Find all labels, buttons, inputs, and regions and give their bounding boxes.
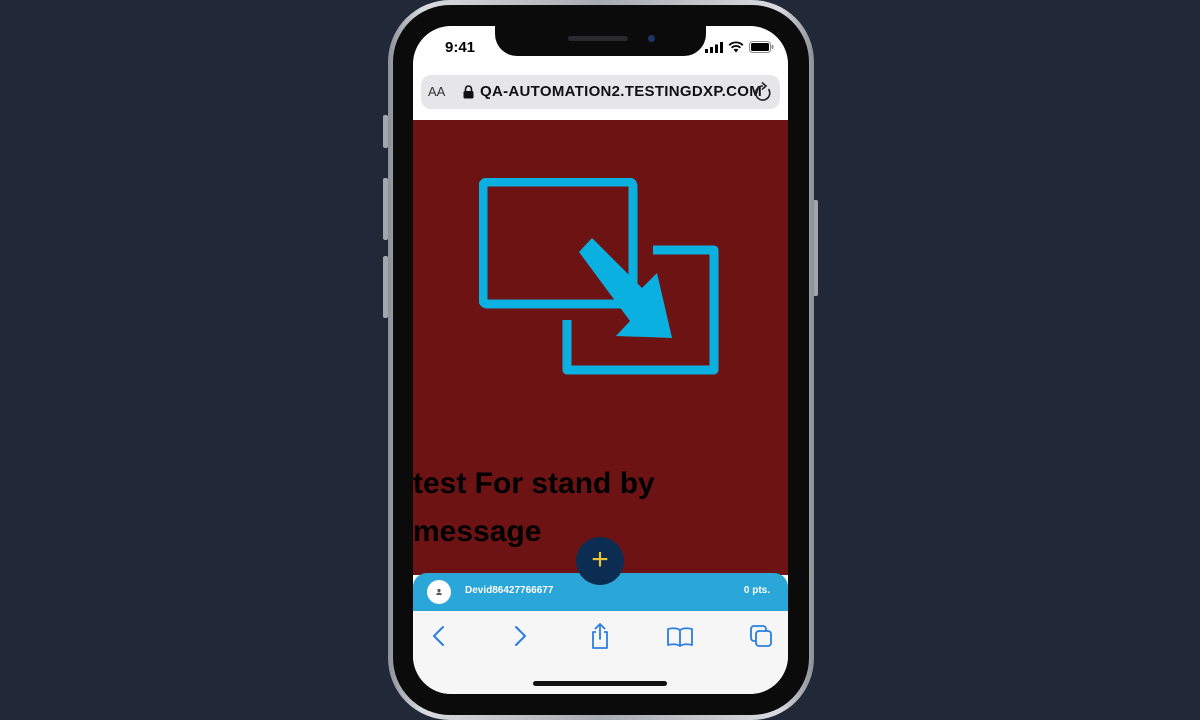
wifi-icon: [728, 41, 744, 53]
text-size-button[interactable]: AA: [428, 84, 445, 99]
status-icons: [705, 41, 774, 53]
url-text: QA-AUTOMATION2.TESTINGDXP.COM: [480, 83, 763, 100]
battery-icon: [749, 41, 774, 53]
standby-message: test For stand by message: [413, 467, 655, 548]
bookmarks-icon[interactable]: [665, 621, 695, 651]
points: 0 pts.: [743, 585, 770, 596]
page-content: test For stand by message: [413, 120, 788, 575]
notch: [495, 26, 706, 56]
phone-screen: 9:41 AA QA-AUTOMATION2.TESTINGDXP.COM te…: [413, 26, 788, 694]
resize-arrow-icon: [479, 178, 719, 375]
home-indicator[interactable]: [533, 681, 667, 686]
share-icon[interactable]: [585, 621, 615, 651]
text-size-label: AA: [428, 84, 446, 99]
username: Devid86427766677: [465, 585, 554, 596]
signal-icon: [705, 41, 723, 53]
status-time: 9:41: [445, 39, 476, 56]
address-bar[interactable]: AA QA-AUTOMATION2.TESTINGDXP.COM: [421, 75, 780, 109]
speaker: [568, 36, 628, 41]
avatar[interactable]: [427, 580, 451, 604]
add-button[interactable]: +: [576, 537, 624, 585]
forward-icon[interactable]: [504, 621, 534, 651]
user-icon: [436, 588, 442, 595]
back-icon[interactable]: [425, 621, 455, 651]
camera: [648, 35, 655, 42]
lock-icon: [463, 85, 474, 99]
tabs-icon[interactable]: [746, 621, 776, 651]
reload-icon[interactable]: [753, 81, 773, 103]
browser-toolbar: [413, 611, 788, 694]
